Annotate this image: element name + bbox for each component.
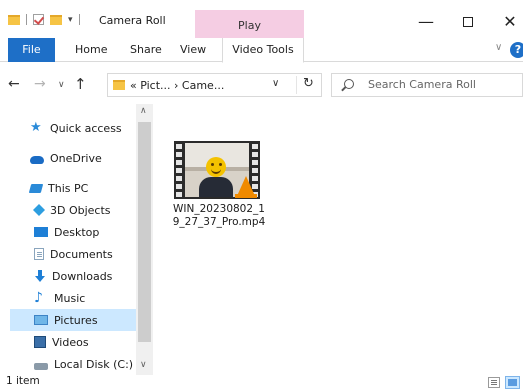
sidebar-item-label: Local Disk (C:)	[54, 357, 134, 371]
back-button[interactable]: ←	[8, 76, 20, 92]
forward-button[interactable]: →	[34, 76, 46, 92]
navigation-pane: ★ Quick access OneDrive This PC 3D Objec…	[0, 104, 152, 375]
cube-icon	[32, 203, 46, 217]
quick-access-toolbar: ▾	[8, 14, 80, 25]
sidebar-item-music[interactable]: ♪ Music	[10, 287, 136, 309]
navigation-pane-scrollbar[interactable]: ∧ ∨	[136, 104, 153, 375]
navigation-bar: ← → ∨ ↑ « Pict... › Came... ∨ ↻	[0, 70, 523, 100]
maximize-icon	[463, 17, 473, 27]
tab-file[interactable]: File	[8, 38, 55, 62]
tab-home[interactable]: Home	[75, 38, 107, 62]
sidebar-item-label: Quick access	[50, 121, 122, 135]
address-bar[interactable]: « Pict... › Came... ∨ ↻	[107, 73, 322, 97]
sidebar-item-label: 3D Objects	[50, 203, 111, 217]
sidebar-item-label: Videos	[52, 335, 89, 349]
expand-ribbon-chevron-icon[interactable]: ∨	[495, 42, 502, 53]
tab-video-tools[interactable]: Video Tools	[222, 38, 304, 63]
separator	[78, 14, 80, 25]
file-name[interactable]: WIN_20230802_19_27_37_Pro.mp4	[171, 203, 267, 229]
tab-share[interactable]: Share	[130, 38, 162, 62]
sidebar-item-onedrive[interactable]: OneDrive	[10, 147, 136, 169]
title-bar: ▾ Camera Roll Play — ✕	[0, 0, 523, 38]
breadcrumb[interactable]: « Pict... › Came...	[130, 79, 224, 92]
sidebar-item-videos[interactable]: Videos	[10, 331, 136, 353]
document-icon	[34, 248, 44, 260]
new-folder-icon[interactable]	[50, 14, 62, 25]
desktop-icon	[34, 227, 48, 237]
video-icon	[34, 336, 46, 348]
scroll-up-icon[interactable]: ∧	[140, 106, 147, 116]
status-bar: 1 item	[0, 375, 523, 390]
help-icon[interactable]: ?	[510, 42, 523, 58]
separator	[26, 14, 27, 25]
search-box[interactable]	[331, 73, 523, 97]
sidebar-item-label: Documents	[50, 247, 113, 261]
folder-icon	[113, 80, 125, 90]
contextual-tab-group-label: Play	[238, 19, 261, 32]
download-arrow-icon	[34, 270, 46, 282]
refresh-button[interactable]: ↻	[296, 76, 320, 94]
details-view-icon[interactable]	[488, 377, 500, 388]
customize-toolbar-dropdown-icon[interactable]: ▾	[68, 15, 73, 25]
cloud-icon	[30, 155, 44, 164]
star-icon: ★	[30, 120, 42, 135]
search-input[interactable]	[368, 78, 518, 91]
maximize-button[interactable]	[453, 12, 483, 32]
search-icon	[344, 79, 354, 89]
sidebar-item-pictures[interactable]: Pictures	[10, 309, 136, 331]
drive-icon	[34, 362, 48, 370]
pictures-icon	[34, 315, 48, 325]
file-list[interactable]: WIN_20230802_19_27_37_Pro.mp4	[153, 104, 523, 375]
sidebar-item-label: Music	[54, 291, 86, 305]
ribbon-tabs: File Home Share View Video Tools ∨ ?	[0, 38, 523, 63]
scroll-down-icon[interactable]: ∨	[140, 360, 147, 370]
sidebar-item-documents[interactable]: Documents	[10, 243, 136, 265]
sidebar-item-label: Pictures	[54, 313, 98, 327]
smiley-face-icon	[206, 157, 226, 177]
scrollbar-thumb[interactable]	[138, 122, 151, 342]
close-button[interactable]: ✕	[495, 12, 523, 32]
window-title: Camera Roll	[99, 14, 166, 27]
address-dropdown-icon[interactable]: ∨	[272, 78, 279, 89]
contextual-tab-group-play: Play	[195, 10, 304, 38]
tab-view[interactable]: View	[180, 38, 206, 62]
vlc-icon	[235, 176, 257, 198]
sidebar-item-quick-access[interactable]: ★ Quick access	[10, 117, 136, 139]
computer-icon	[28, 183, 44, 193]
film-strip-left	[174, 141, 184, 199]
up-button[interactable]: ↑	[74, 75, 87, 93]
sidebar-item-label: Downloads	[52, 269, 113, 283]
sidebar-item-local-disk[interactable]: Local Disk (C:)	[10, 353, 136, 375]
sidebar-item-label: This PC	[48, 181, 89, 195]
sidebar-item-3d-objects[interactable]: 3D Objects	[10, 199, 136, 221]
file-item[interactable]: WIN_20230802_19_27_37_Pro.mp4	[171, 140, 267, 230]
recent-locations-button[interactable]: ∨	[58, 80, 65, 90]
sidebar-item-label: OneDrive	[50, 151, 102, 165]
sidebar-item-this-pc[interactable]: This PC	[10, 177, 136, 199]
item-count: 1 item	[6, 375, 40, 387]
music-note-icon: ♪	[34, 290, 43, 306]
minimize-button[interactable]: —	[411, 12, 441, 32]
large-icons-view-icon[interactable]	[505, 376, 520, 389]
folder-icon	[8, 14, 20, 25]
sidebar-item-label: Desktop	[54, 225, 100, 239]
properties-checkmark-icon[interactable]	[33, 14, 44, 25]
sidebar-item-downloads[interactable]: Downloads	[10, 265, 136, 287]
sidebar-item-desktop[interactable]: Desktop	[10, 221, 136, 243]
